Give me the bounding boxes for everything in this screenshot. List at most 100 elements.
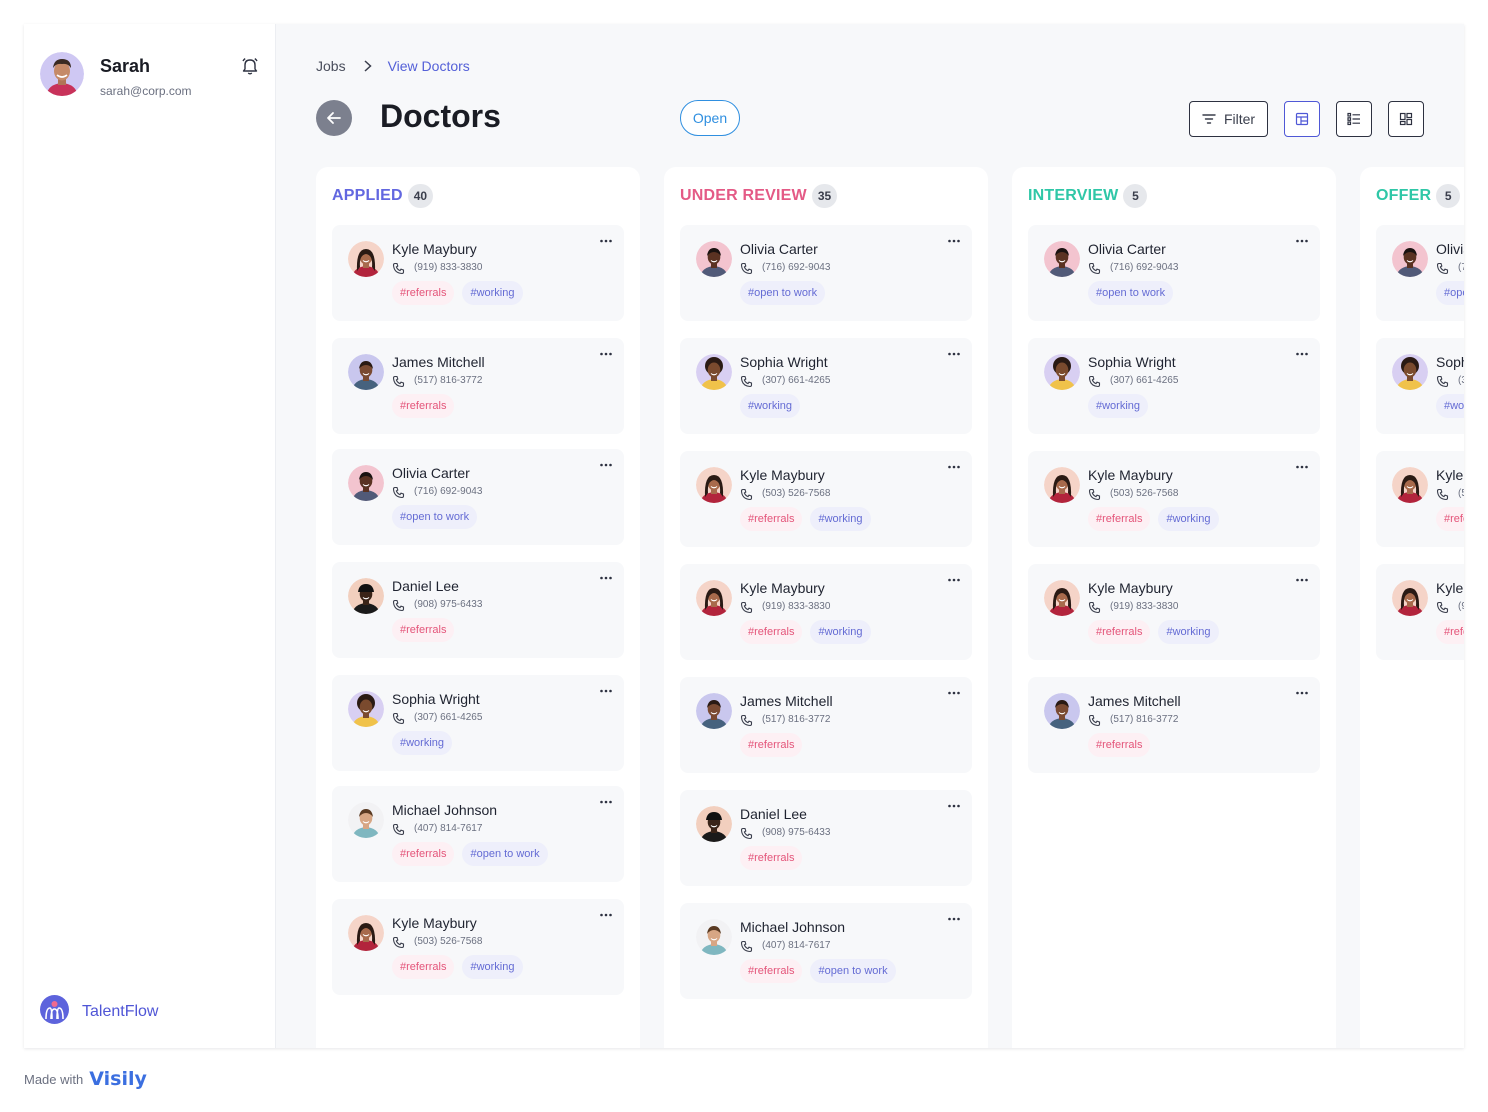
tag-chip[interactable]: #working: [810, 620, 871, 644]
grid-view-button[interactable]: [1388, 101, 1424, 137]
notification-bell-icon[interactable]: [240, 56, 260, 76]
tag-chip[interactable]: #open to work: [392, 505, 478, 529]
tag-chip[interactable]: #open to work: [1436, 281, 1464, 305]
candidate-card[interactable]: Olivia Carter (716) 692-9043 #open to wo…: [332, 449, 624, 545]
more-options-icon[interactable]: [946, 914, 962, 924]
candidate-card[interactable]: Sophia Wright (307) 661-4265 #working: [1376, 338, 1464, 434]
tag-chip[interactable]: #referrals: [392, 281, 455, 305]
tag-chip[interactable]: #referrals: [392, 618, 455, 642]
more-options-icon[interactable]: [598, 910, 614, 920]
candidate-card[interactable]: Kyle Maybury (503) 526-7568 #referrals #w…: [680, 451, 972, 547]
visily-logo[interactable]: Visily: [89, 1068, 147, 1090]
tag-chip[interactable]: #working: [740, 394, 801, 418]
tag-chip[interactable]: #open to work: [1088, 281, 1174, 305]
tag-chip[interactable]: #working: [1158, 507, 1219, 531]
candidate-name: Sophia Wright: [1088, 354, 1176, 370]
candidate-phone: (407) 814-7617: [762, 940, 831, 951]
candidate-card[interactable]: Sophia Wright (307) 661-4265 #working: [680, 338, 972, 434]
candidate-card[interactable]: Kyle Maybury (503) 526-7568 #referrals #w…: [332, 899, 624, 995]
job-status-badge[interactable]: Open: [680, 100, 740, 136]
tag-chip[interactable]: #referrals: [1436, 620, 1464, 644]
candidate-card[interactable]: Kyle Maybury (919) 833-3830 #referrals #w…: [680, 564, 972, 660]
candidate-card[interactable]: Michael Johnson (407) 814-7617 #referral…: [332, 786, 624, 882]
candidate-card[interactable]: Olivia Carter (716) 692-9043 #open to wo…: [1028, 225, 1320, 321]
tag-chip[interactable]: #working: [1088, 394, 1149, 418]
candidate-name: James Mitchell: [1088, 693, 1181, 709]
more-options-icon[interactable]: [946, 462, 962, 472]
candidate-card[interactable]: Michael Johnson (407) 814-7617 #referral…: [680, 903, 972, 999]
tag-chip[interactable]: #referrals: [740, 846, 803, 870]
tag-chip[interactable]: #referrals: [1436, 507, 1464, 531]
tag-list: #working: [1436, 394, 1464, 418]
more-options-icon[interactable]: [946, 575, 962, 585]
column-count-badge: 5: [1123, 184, 1148, 208]
tag-chip[interactable]: #working: [392, 731, 453, 755]
candidate-card[interactable]: Kyle Maybury (919) 833-3830 #referrals #w…: [332, 225, 624, 321]
more-options-icon[interactable]: [598, 236, 614, 246]
more-options-icon[interactable]: [1294, 575, 1310, 585]
more-options-icon[interactable]: [1294, 236, 1310, 246]
candidate-phone: (307) 661-4265: [414, 712, 483, 723]
candidate-avatar: [696, 580, 732, 616]
more-options-icon[interactable]: [946, 801, 962, 811]
candidate-card[interactable]: Sophia Wright (307) 661-4265 #working: [1028, 338, 1320, 434]
breadcrumb-jobs-link[interactable]: Jobs: [316, 58, 346, 74]
column-header: INTERVIEW 5: [1028, 184, 1148, 208]
breadcrumb-current[interactable]: View Doctors: [388, 58, 470, 74]
more-options-icon[interactable]: [946, 349, 962, 359]
column-interview: INTERVIEW 5 Olivia Carter (716) 692-9043…: [1012, 167, 1336, 1048]
tag-chip[interactable]: #referrals: [1088, 733, 1151, 757]
candidate-card[interactable]: James Mitchell (517) 816-3772 #referrals: [680, 677, 972, 773]
tag-chip[interactable]: #referrals: [392, 955, 455, 979]
tag-chip[interactable]: #working: [1436, 394, 1464, 418]
more-options-icon[interactable]: [1294, 462, 1310, 472]
tag-chip[interactable]: #referrals: [1088, 507, 1151, 531]
tag-chip[interactable]: #working: [1158, 620, 1219, 644]
more-options-icon[interactable]: [598, 686, 614, 696]
phone-icon: [392, 486, 405, 499]
tag-chip[interactable]: #referrals: [740, 959, 803, 983]
more-options-icon[interactable]: [946, 688, 962, 698]
candidate-card[interactable]: James Mitchell (517) 816-3772 #referrals: [332, 338, 624, 434]
candidate-card[interactable]: Olivia Carter (716) 692-9043 #open to wo…: [1376, 225, 1464, 321]
candidate-card[interactable]: Daniel Lee (908) 975-6433 #referrals: [332, 562, 624, 658]
candidate-avatar: [348, 465, 384, 501]
more-options-icon[interactable]: [598, 797, 614, 807]
tag-chip[interactable]: #referrals: [740, 733, 803, 757]
list-view-button[interactable]: [1336, 101, 1372, 137]
candidate-avatar: [1392, 467, 1428, 503]
tag-chip[interactable]: #open to work: [462, 842, 548, 866]
tag-chip[interactable]: #referrals: [392, 842, 455, 866]
candidate-card[interactable]: Kyle Maybury (503) 526-7568 #referrals #w…: [1028, 451, 1320, 547]
kanban-view-button[interactable]: [1284, 101, 1320, 137]
tag-chip[interactable]: #referrals: [392, 394, 455, 418]
candidate-card[interactable]: James Mitchell (517) 816-3772 #referrals: [1028, 677, 1320, 773]
user-profile[interactable]: Sarah sarah@corp.com: [40, 52, 192, 98]
more-options-icon[interactable]: [598, 460, 614, 470]
more-options-icon[interactable]: [1294, 349, 1310, 359]
brand[interactable]: TalentFlow: [40, 995, 158, 1029]
candidate-card[interactable]: Sophia Wright (307) 661-4265 #working: [332, 675, 624, 771]
more-options-icon[interactable]: [598, 349, 614, 359]
candidate-card[interactable]: Daniel Lee (908) 975-6433 #referrals: [680, 790, 972, 886]
candidate-name: Kyle Maybury: [740, 580, 825, 596]
tag-list: #referrals: [1436, 507, 1464, 531]
tag-chip[interactable]: #referrals: [740, 620, 803, 644]
back-button[interactable]: [316, 100, 352, 136]
candidate-avatar: [696, 693, 732, 729]
tag-chip[interactable]: #open to work: [810, 959, 896, 983]
candidate-card[interactable]: Kyle Maybury (919) 833-3830 #referrals: [1376, 564, 1464, 660]
tag-chip[interactable]: #referrals: [1088, 620, 1151, 644]
filter-button[interactable]: Filter: [1189, 101, 1268, 137]
candidate-card[interactable]: Kyle Maybury (503) 526-7568 #referrals: [1376, 451, 1464, 547]
more-options-icon[interactable]: [1294, 688, 1310, 698]
candidate-card[interactable]: Olivia Carter (716) 692-9043 #open to wo…: [680, 225, 972, 321]
tag-chip[interactable]: #referrals: [740, 507, 803, 531]
tag-chip[interactable]: #working: [810, 507, 871, 531]
more-options-icon[interactable]: [946, 236, 962, 246]
tag-chip[interactable]: #open to work: [740, 281, 826, 305]
candidate-card[interactable]: Kyle Maybury (919) 833-3830 #referrals #w…: [1028, 564, 1320, 660]
tag-chip[interactable]: #working: [462, 281, 523, 305]
tag-chip[interactable]: #working: [462, 955, 523, 979]
more-options-icon[interactable]: [598, 573, 614, 583]
